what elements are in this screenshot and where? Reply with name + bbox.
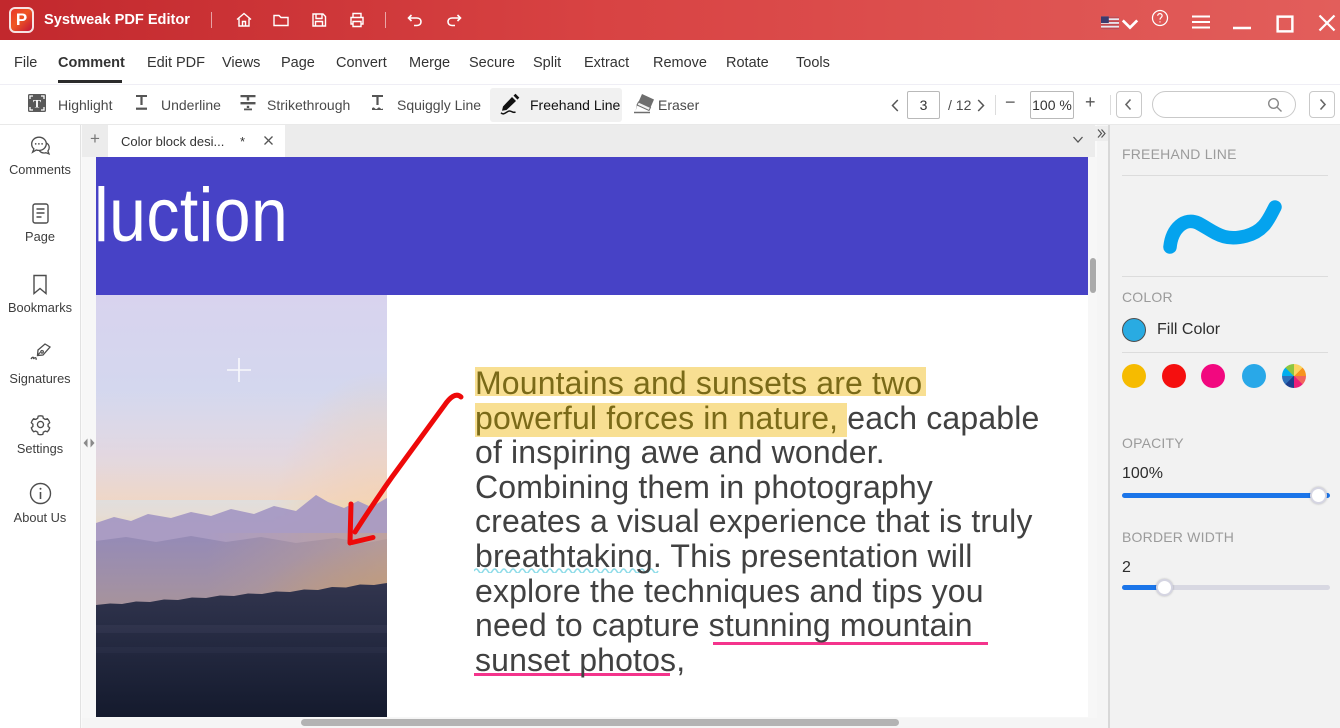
svg-text:T: T (33, 97, 41, 111)
